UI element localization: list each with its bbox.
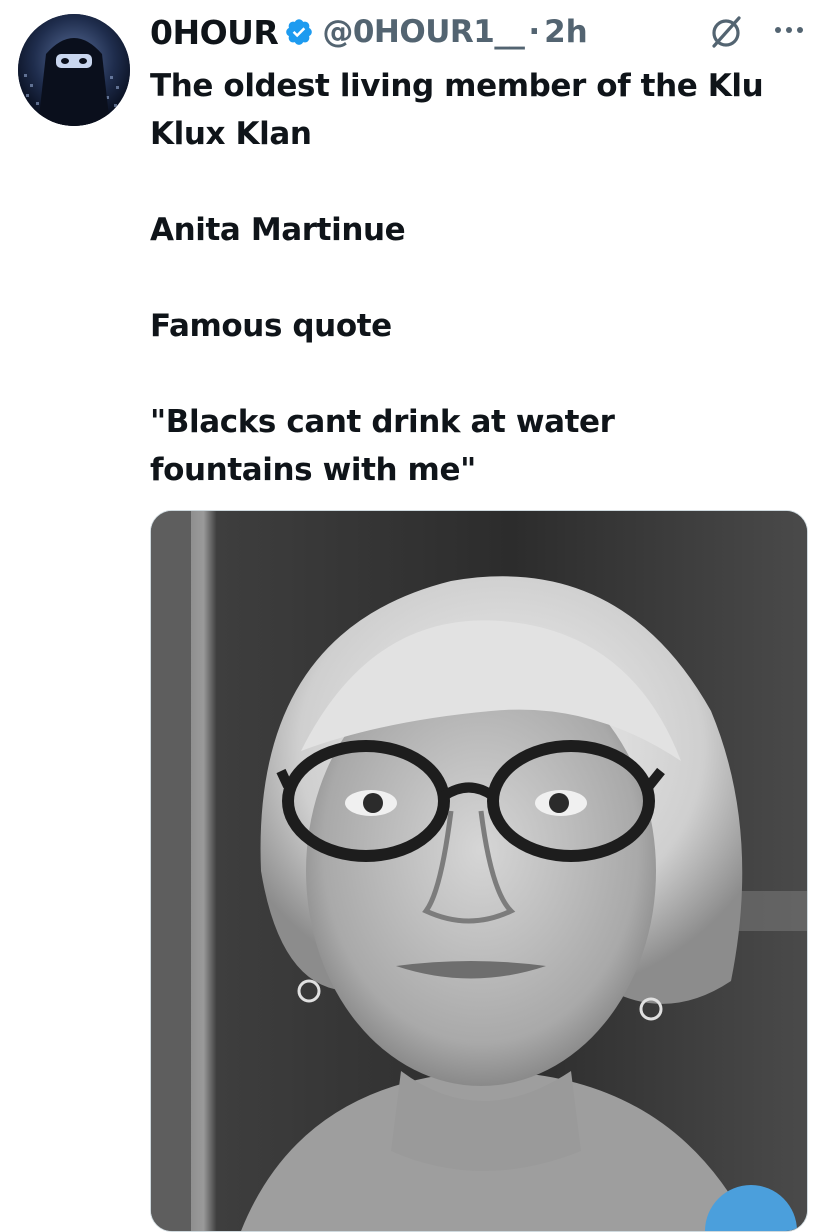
grok-icon[interactable] [706, 12, 746, 52]
verified-badge-icon [284, 17, 314, 47]
display-name[interactable]: 0HOUR [150, 13, 279, 52]
tweet-line: Klux Klan [150, 116, 312, 152]
timestamp[interactable]: 2h [544, 14, 588, 50]
separator: · [528, 14, 541, 50]
author-handle[interactable]: @0HOUR1__ [322, 14, 524, 50]
portrait-photo [151, 511, 807, 1231]
tweet-line: Famous quote [150, 308, 392, 344]
tweet-photo[interactable] [150, 510, 808, 1232]
tweet-line: Anita Martinue [150, 212, 406, 248]
avatar[interactable] [18, 14, 130, 126]
more-options-icon[interactable] [772, 22, 806, 38]
tweet-line: fountains with me" [150, 452, 476, 488]
tweet-line: The oldest living member of the Klu [150, 68, 764, 104]
tweet-line: "Blacks cant drink at water [150, 404, 615, 440]
hooded-figure-avatar-icon [18, 14, 130, 126]
tweet-text: The oldest living member of the Klu Klux… [150, 62, 810, 494]
